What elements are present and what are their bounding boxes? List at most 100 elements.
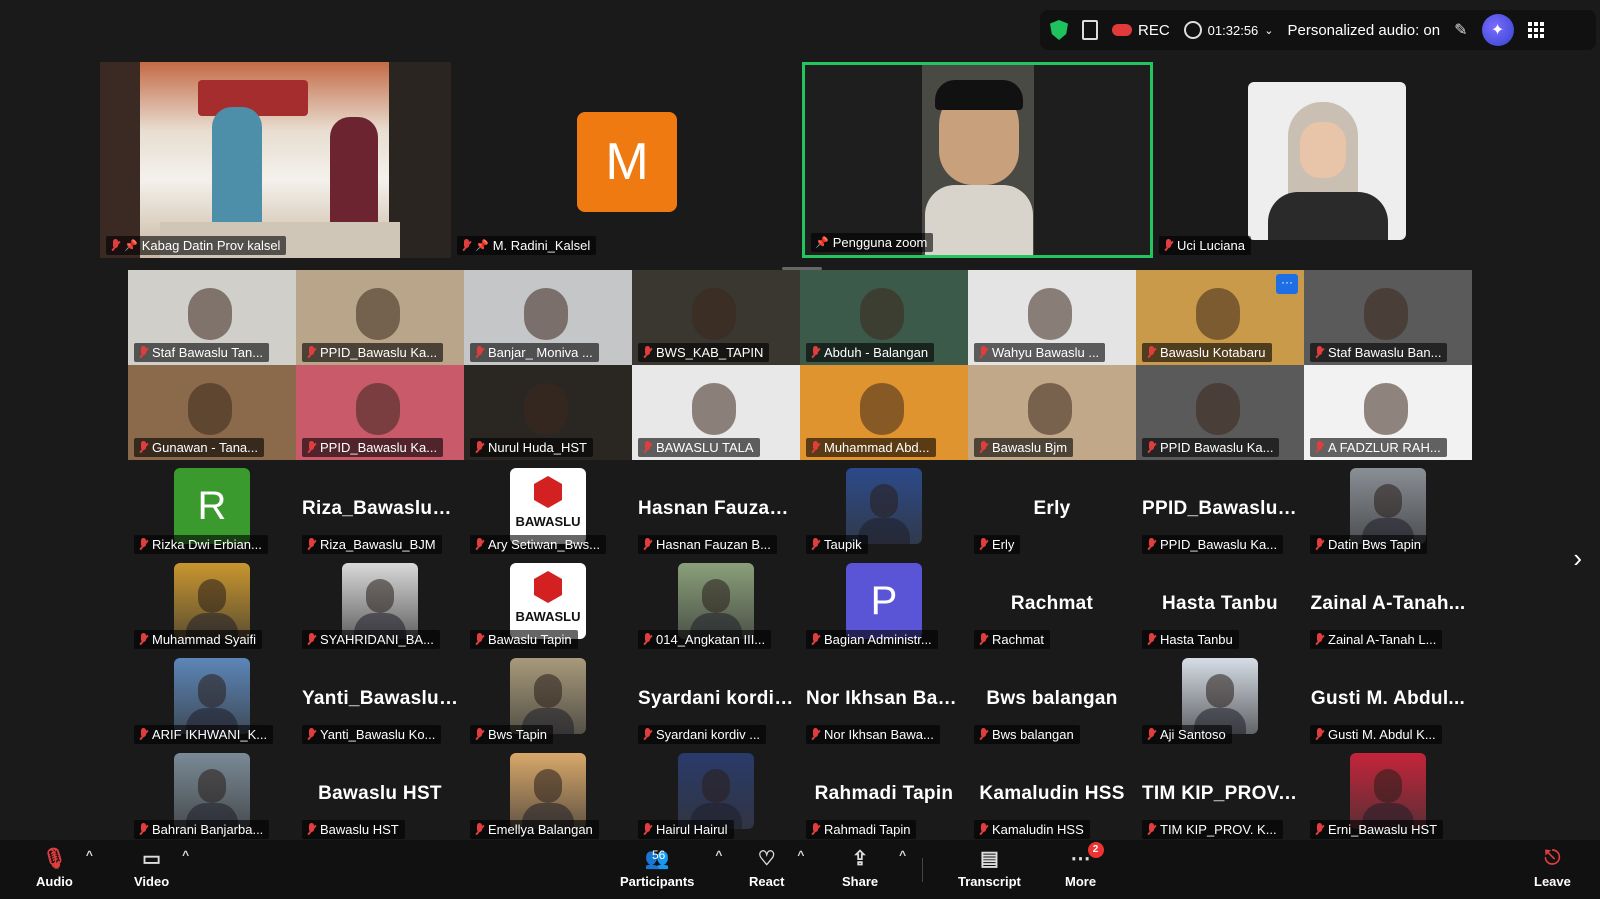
participant-tile[interactable]: P Bagian Administr... [800,557,968,652]
mic-muted-icon [1146,440,1156,455]
participant-video-tile[interactable]: Staf Bawaslu Ban... [1304,270,1472,365]
participant-tile[interactable]: BAWASLU Ary Setiwan_Bws... [464,462,632,557]
participant-video-tile[interactable]: Gunawan - Tana... [128,365,296,460]
participant-video-tile[interactable]: ··· Bawaslu Kotabaru [1136,270,1304,365]
participant-tile[interactable]: Bws Tapin [464,652,632,747]
transcript-button[interactable]: ▤ Transcript [958,846,1021,890]
react-button[interactable]: ♡ React ^ [749,846,804,890]
featured-tile[interactable]: 📌 Kabag Datin Prov kalsel [100,62,451,258]
participant-tile[interactable]: SYAHRIDANI_BA... [296,557,464,652]
participant-tile[interactable]: R Rizka Dwi Erbian... [128,462,296,557]
participant-tile[interactable]: BAWASLU Bawaslu Tapin [464,557,632,652]
next-page-arrow-icon[interactable]: › [1573,543,1582,574]
video-options-caret-icon[interactable]: ^ [182,848,189,862]
participant-tile[interactable]: Nor Ikhsan Baw... Nor Ikhsan Bawa... [800,652,968,747]
participant-video-tile[interactable]: Nurul Huda_HST [464,365,632,460]
participant-video-tile[interactable]: Muhammad Abd... [800,365,968,460]
participant-video-tile[interactable]: Bawaslu Bjm [968,365,1136,460]
share-options-caret-icon[interactable]: ^ [899,848,906,862]
ai-companion-icon[interactable]: ✦ [1481,14,1514,46]
meeting-timer[interactable]: 01:32:56 ⌄ [1183,21,1274,39]
participant-label: Ary Setiwan_Bws... [470,535,606,554]
participant-tile[interactable]: Aji Santoso [1136,652,1304,747]
mic-muted-icon [1163,238,1173,253]
participant-tile[interactable]: Yanti_Bawaslu K... Yanti_Bawaslu Ko... [296,652,464,747]
mic-muted-icon [138,727,148,742]
recording-indicator[interactable]: REC [1112,22,1170,39]
participants-button[interactable]: 👥 56 Participants ^ [620,846,722,890]
participant-name: Emellya Balangan [488,822,593,837]
participant-tile[interactable]: ARIF IKHWANI_K... [128,652,296,747]
mic-muted-icon [1146,727,1156,742]
participant-tile[interactable]: Rahmadi Tapin Rahmadi Tapin [800,747,968,842]
participant-tile[interactable]: Muhammad Syaifi [128,557,296,652]
video-button[interactable]: ▭ Video ^ [134,846,189,890]
more-dots-icon: ⋯ 2 [1068,842,1104,870]
participant-label: Abduh - Balangan [806,343,935,362]
participant-tile[interactable]: Bawaslu HST Bawaslu HST [296,747,464,842]
leave-label: Leave [1534,874,1571,889]
participant-video-tile[interactable]: BAWASLU TALA [632,365,800,460]
participant-video-tile[interactable]: Banjar_ Moniva ... [464,270,632,365]
leave-button[interactable]: ⎋ Leave [1534,846,1571,890]
participant-video-tile[interactable]: PPID Bawaslu Ka... [1136,365,1304,460]
participant-video-tile[interactable]: Abduh - Balangan [800,270,968,365]
participant-tile[interactable]: Syardani kordiv... Syardani kordiv ... [632,652,800,747]
participant-tile[interactable]: PPID_Bawaslu K... PPID_Bawaslu Ka... [1136,462,1304,557]
participant-video-tile[interactable]: PPID_Bawaslu Ka... [296,270,464,365]
participant-tile[interactable]: Erni_Bawaslu HST [1304,747,1472,842]
participant-tile[interactable]: Riza_Bawaslu_B... Riza_Bawaslu_BJM [296,462,464,557]
participant-tile[interactable]: Erly Erly [968,462,1136,557]
tile-options-icon[interactable]: ··· [1276,274,1298,294]
active-speaker-tile[interactable]: 📌 Pengguna zoom [802,62,1153,258]
video-feed [805,65,1150,255]
magic-wand-icon[interactable]: ✎ [1454,20,1467,40]
recording-label: REC [1138,21,1170,39]
notification-badge: 2 [1087,842,1104,858]
avatar: P [846,563,922,639]
audio-options-caret-icon[interactable]: ^ [86,848,93,862]
participant-tile[interactable]: Taupik [800,462,968,557]
participant-video-tile[interactable]: Wahyu Bawaslu ... [968,270,1136,365]
participant-tile[interactable]: TIM KIP_PROV.... TIM KIP_PROV. K... [1136,747,1304,842]
participant-tile[interactable]: Hasta Tanbu Hasta Tanbu [1136,557,1304,652]
share-button[interactable]: ⇪ Share ^ [842,846,906,890]
audio-button[interactable]: 🎙 Audio ^ [36,846,93,890]
react-label: React [749,874,785,889]
participant-video-tile[interactable]: Staf Bawaslu Tan... [128,270,296,365]
avatar: BAWASLU [510,468,586,544]
participant-tile[interactable]: 014_Angkatan III... [632,557,800,652]
participant-tile[interactable]: Datin Bws Tapin [1304,462,1472,557]
participant-tile[interactable]: Kamaludin HSS Kamaludin HSS [968,747,1136,842]
participant-tile[interactable]: Rachmat Rachmat [968,557,1136,652]
avatar: BAWASLU [510,563,586,639]
react-options-caret-icon[interactable]: ^ [797,848,804,862]
participant-tile[interactable]: Emellya Balangan [464,747,632,842]
participant-tile[interactable]: Zainal A-Tanah... Zainal A-Tanah L... [1304,557,1472,652]
more-button[interactable]: ⋯ 2 More [1065,842,1104,889]
participant-name: PPID Bawaslu Ka... [1160,440,1274,455]
participant-video-tile[interactable]: A FADZLUR RAH... [1304,365,1472,460]
participant-video-tile[interactable]: PPID_Bawaslu Ka... [296,365,464,460]
view-grid-icon[interactable] [1527,22,1544,38]
participant-name: Taupik [824,537,862,552]
participant-tile[interactable]: Bahrani Banjarba... [128,747,296,842]
personalized-audio-status[interactable]: Personalized audio: on [1288,22,1441,39]
participant-label: Bawaslu Tapin [470,630,578,649]
participant-tile[interactable]: Hasnan Fauzan... Hasnan Fauzan B... [632,462,800,557]
participant-label: 014_Angkatan III... [638,630,772,649]
featured-tile[interactable]: M 📌 M. Radini_Kalsel [451,62,802,258]
participant-tile[interactable]: Hairul Hairul [632,747,800,842]
featured-tile[interactable]: Uci Luciana [1153,62,1504,258]
participants-options-caret-icon[interactable]: ^ [715,848,722,862]
avatar [510,753,586,829]
participant-tile[interactable]: Gusti M. Abdul... Gusti M. Abdul K... [1304,652,1472,747]
meeting-toolbar: 🎙 Audio ^ ▭ Video ^ 👥 56 Participants ^ … [0,840,1600,899]
mic-muted-icon [810,440,820,455]
participant-video-tile[interactable]: BWS_KAB_TAPIN [632,270,800,365]
participant-tile[interactable]: Bws balangan Bws balangan [968,652,1136,747]
mic-muted-icon [306,632,316,647]
participant-label: Uci Luciana [1159,236,1251,255]
encryption-shield-icon[interactable] [1050,20,1068,40]
meeting-info-icon[interactable] [1082,20,1098,40]
